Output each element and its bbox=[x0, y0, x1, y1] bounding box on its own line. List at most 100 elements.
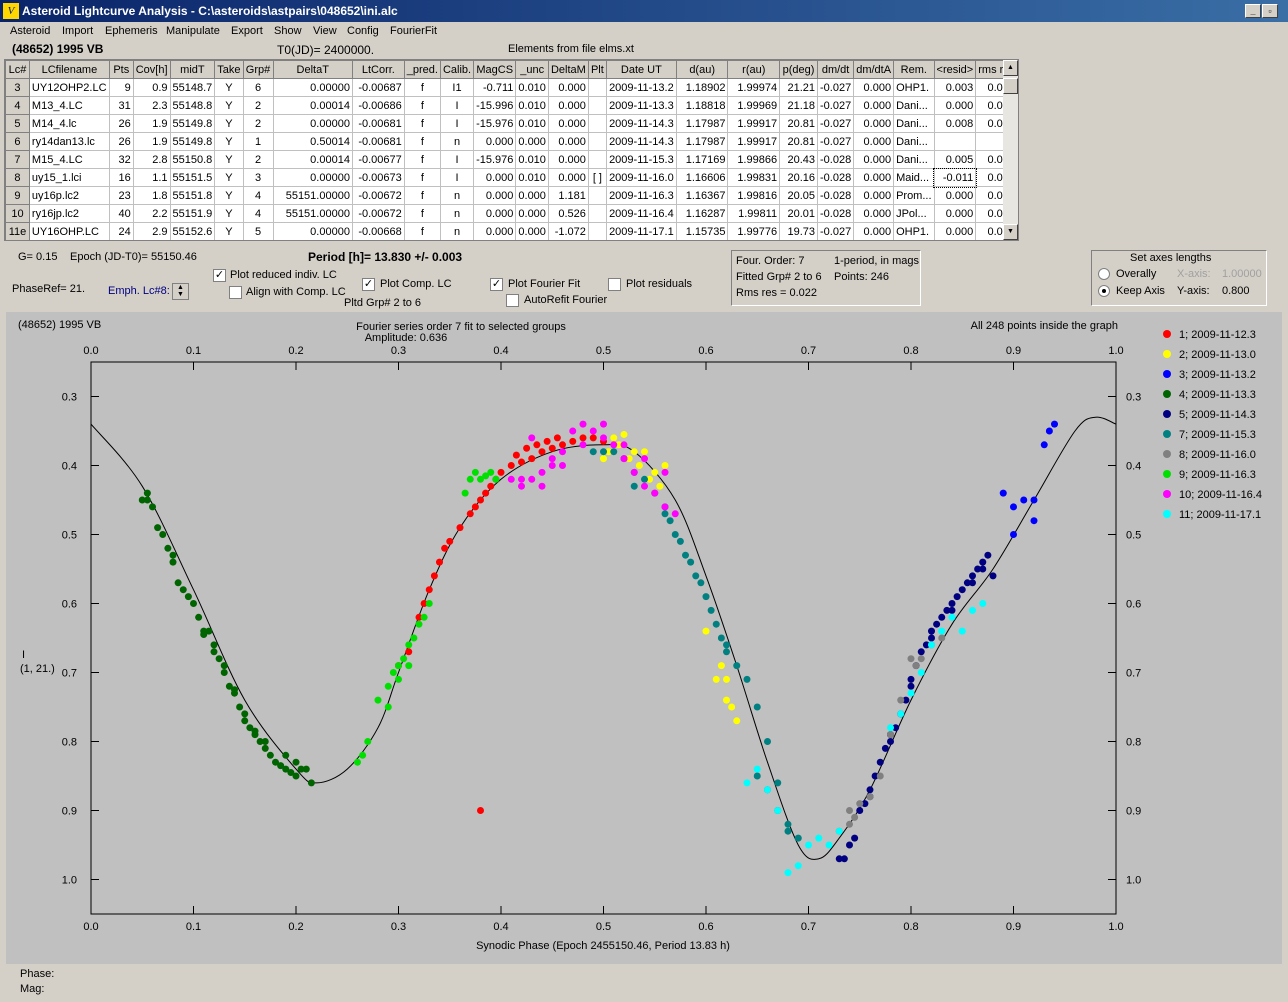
table-cell[interactable]: 0.000 bbox=[853, 78, 895, 97]
table-cell[interactable]: 0.000 bbox=[515, 222, 549, 240]
column-header[interactable]: dm/dtA bbox=[853, 60, 895, 79]
table-cell[interactable]: 0.000 bbox=[853, 186, 895, 205]
table-cell[interactable]: 19.73 bbox=[779, 222, 818, 240]
menu-import[interactable]: Import bbox=[62, 25, 93, 37]
table-cell[interactable]: n bbox=[439, 204, 475, 223]
column-header[interactable]: Pts bbox=[108, 60, 134, 79]
scroll-up-icon[interactable]: ▲ bbox=[1003, 60, 1018, 76]
table-cell[interactable]: 2009-11-16.3 bbox=[605, 186, 677, 205]
table-cell[interactable]: 0.000 bbox=[473, 132, 517, 151]
table-cell[interactable]: Y bbox=[214, 168, 244, 187]
table-cell[interactable] bbox=[587, 96, 607, 115]
table-cell[interactable]: 5 bbox=[242, 222, 274, 240]
plot-residuals-checkbox[interactable] bbox=[608, 278, 621, 291]
table-cell[interactable] bbox=[587, 114, 607, 133]
table-cell[interactable]: 40 bbox=[108, 204, 134, 223]
table-cell[interactable]: 0.000 bbox=[933, 96, 977, 115]
table-cell[interactable]: 23 bbox=[108, 186, 134, 205]
table-cell[interactable]: 4 bbox=[242, 204, 274, 223]
table-cell[interactable]: 2009-11-15.3 bbox=[605, 150, 677, 169]
table-cell[interactable]: f bbox=[403, 204, 441, 223]
column-header[interactable]: p(deg) bbox=[779, 60, 818, 79]
table-cell[interactable]: f bbox=[403, 114, 441, 133]
table-cell[interactable]: 0.000 bbox=[473, 168, 517, 187]
table-cell[interactable]: OHP1. bbox=[893, 222, 935, 240]
overally-radio[interactable] bbox=[1098, 268, 1110, 280]
table-cell[interactable]: 3 bbox=[242, 168, 274, 187]
table-cell[interactable]: Y bbox=[214, 204, 244, 223]
table-row[interactable]: 6 ry14dan13.lc 26 1.9 55149.8 Y 1 0.50014 -0.006… bbox=[5, 132, 1018, 151]
table-cell[interactable]: uy16p.lc2 bbox=[28, 186, 110, 205]
table-cell[interactable]: 1.16606 bbox=[675, 168, 729, 187]
column-header[interactable]: Take bbox=[214, 60, 244, 79]
table-cell[interactable]: 0.50014 bbox=[272, 132, 353, 151]
plot-fourier-checkbox[interactable]: ✓ bbox=[490, 278, 503, 291]
menu-config[interactable]: Config bbox=[347, 25, 379, 37]
table-cell[interactable]: 6 bbox=[242, 78, 274, 97]
table-cell[interactable]: Dani... bbox=[893, 114, 935, 133]
table-cell[interactable]: -0.00672 bbox=[351, 186, 405, 205]
table-cell[interactable]: 0.000 bbox=[853, 204, 895, 223]
autorefit-checkbox[interactable] bbox=[506, 294, 519, 307]
table-cell[interactable]: 1.1 bbox=[132, 168, 171, 187]
row-header[interactable]: 5 bbox=[5, 114, 30, 133]
table-cell[interactable]: -0.00673 bbox=[351, 168, 405, 187]
table-cell[interactable]: 1.17987 bbox=[675, 132, 729, 151]
table-row[interactable]: 8 uy15_1.lci 16 1.1 55151.5 Y 3 0.00000 -0.00673… bbox=[5, 167, 1018, 188]
column-header[interactable]: Plt bbox=[587, 60, 607, 79]
column-header[interactable]: d(au) bbox=[675, 60, 729, 79]
app-icon[interactable]: V bbox=[3, 3, 19, 19]
table-cell[interactable]: I1 bbox=[439, 78, 475, 97]
table-cell[interactable]: 2009-11-16.4 bbox=[605, 204, 677, 223]
column-header[interactable]: Calib. bbox=[439, 60, 475, 79]
table-cell[interactable]: f bbox=[403, 150, 441, 169]
table-cell[interactable]: 0.000 bbox=[515, 132, 549, 151]
menu-view[interactable]: View bbox=[313, 25, 337, 37]
table-cell[interactable]: 0.005 bbox=[933, 150, 977, 169]
table-cell[interactable]: Y bbox=[214, 222, 244, 240]
row-header[interactable]: 7 bbox=[5, 150, 30, 169]
table-cell[interactable]: 0.000 bbox=[515, 186, 549, 205]
plot-comp-checkbox[interactable]: ✓ bbox=[362, 278, 375, 291]
table-cell[interactable]: 55151.00000 bbox=[272, 204, 353, 223]
table-cell[interactable]: 0.00014 bbox=[272, 150, 353, 169]
column-header[interactable]: MagCS bbox=[473, 60, 517, 79]
table-cell[interactable]: 4 bbox=[242, 186, 274, 205]
table-cell[interactable]: 0.000 bbox=[473, 222, 517, 240]
table-cell[interactable] bbox=[933, 132, 977, 151]
x-axis-input[interactable]: 1.00000 bbox=[1222, 268, 1262, 280]
table-cell[interactable]: Prom... bbox=[893, 186, 935, 205]
table-cell[interactable]: M13_4.LC bbox=[28, 96, 110, 115]
table-cell[interactable]: 1.99816 bbox=[727, 186, 781, 205]
table-cell[interactable]: Dani... bbox=[893, 150, 935, 169]
table-cell[interactable]: 1.9 bbox=[132, 132, 171, 151]
table-cell[interactable]: 1.99969 bbox=[727, 96, 781, 115]
table-cell[interactable]: 20.16 bbox=[779, 168, 818, 187]
table-cell[interactable]: -0.027 bbox=[816, 78, 855, 97]
table-cell[interactable]: 0.00000 bbox=[272, 78, 353, 97]
table-cell[interactable]: -0.011 bbox=[933, 167, 977, 188]
table-cell[interactable]: f bbox=[403, 222, 441, 240]
table-cell[interactable] bbox=[587, 150, 607, 169]
table-cell[interactable]: 55152.6 bbox=[169, 222, 216, 240]
table-cell[interactable]: 1.17987 bbox=[675, 114, 729, 133]
row-header[interactable]: 4 bbox=[5, 96, 30, 115]
table-cell[interactable]: 21.21 bbox=[779, 78, 818, 97]
chart-svg[interactable]: 0.0 0.0 0.1 0.1 0.2 0.2 0.3 0.3 0.4 0.4 0.5 0.5 0.6 0… bbox=[6, 312, 1282, 964]
table-cell[interactable]: 0.000 bbox=[853, 96, 895, 115]
table-cell[interactable]: 1.16367 bbox=[675, 186, 729, 205]
table-cell[interactable]: 0.000 bbox=[547, 150, 589, 169]
table-cell[interactable]: 26 bbox=[108, 114, 134, 133]
table-cell[interactable]: Y bbox=[214, 96, 244, 115]
table-cell[interactable]: -15.976 bbox=[473, 114, 517, 133]
row-header[interactable]: 8 bbox=[5, 168, 30, 187]
table-cell[interactable]: 2.9 bbox=[132, 222, 171, 240]
table-cell[interactable]: 26 bbox=[108, 132, 134, 151]
column-header[interactable]: Rem. bbox=[893, 60, 935, 79]
table-cell[interactable]: 1.99811 bbox=[727, 204, 781, 223]
menu-export[interactable]: Export bbox=[231, 25, 263, 37]
table-row[interactable]: 11e UY16OHP.LC 24 2.9 55152.6 Y 5 0.00000 -0.006… bbox=[5, 222, 1018, 240]
table-cell[interactable]: 0.010 bbox=[515, 114, 549, 133]
table-cell[interactable]: 1.9 bbox=[132, 114, 171, 133]
table-cell[interactable]: 20.81 bbox=[779, 132, 818, 151]
